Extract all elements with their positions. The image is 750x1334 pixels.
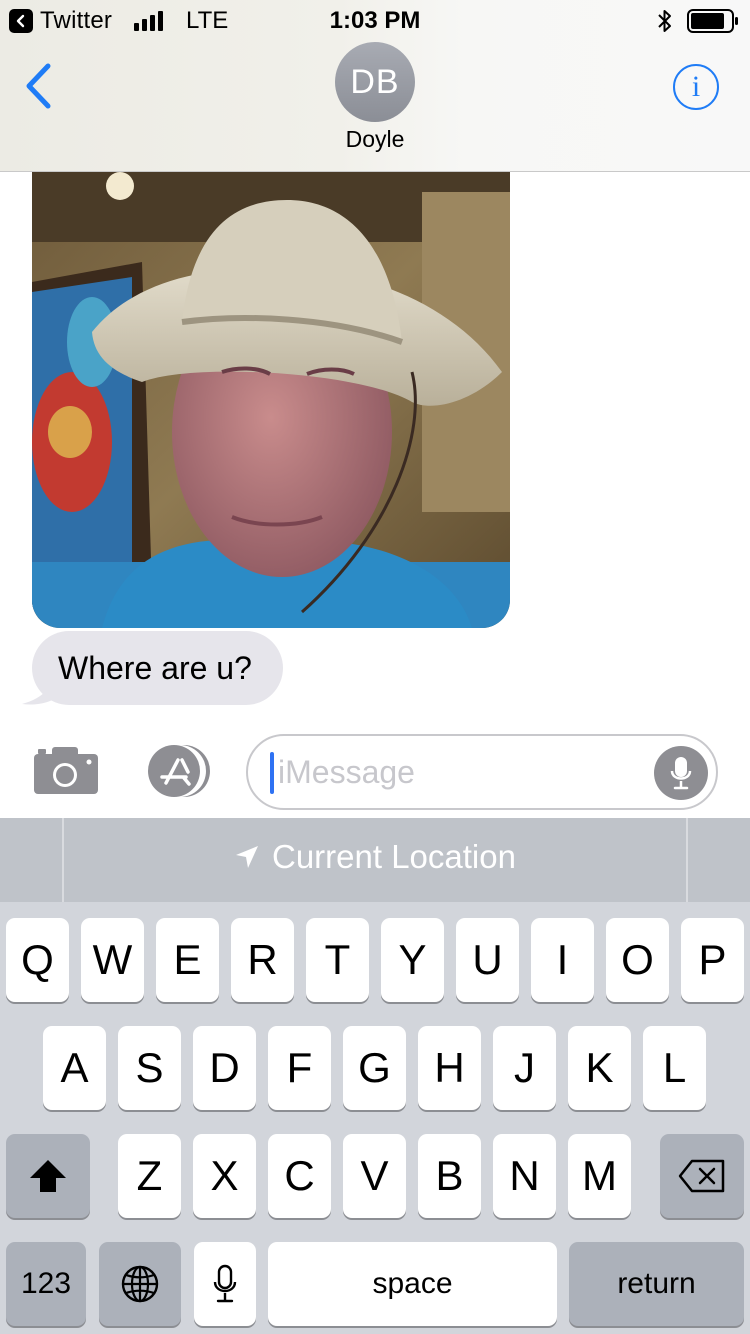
- location-arrow-icon: [236, 846, 258, 868]
- shift-key[interactable]: [6, 1134, 90, 1218]
- dictation-key[interactable]: [194, 1242, 256, 1326]
- battery-icon: [687, 9, 738, 33]
- microphone-icon: [670, 757, 692, 790]
- chevron-left-icon[interactable]: [22, 62, 56, 110]
- key-n[interactable]: N: [493, 1134, 556, 1218]
- key-e[interactable]: E: [156, 918, 219, 1002]
- message-text: Where are u?: [58, 649, 252, 686]
- navigation-header: Twitter LTE 1:03 PM DB Doyle i: [0, 0, 750, 172]
- keyboard: Current Location Q W E R T Y U I O P A S…: [0, 818, 750, 1334]
- key-s[interactable]: S: [118, 1026, 181, 1110]
- key-t[interactable]: T: [306, 918, 369, 1002]
- microphone-key-icon: [213, 1264, 237, 1303]
- space-key[interactable]: space: [268, 1242, 557, 1326]
- incoming-message-bubble[interactable]: Where are u?: [32, 631, 283, 705]
- bluetooth-icon: [658, 10, 671, 32]
- key-y[interactable]: Y: [381, 918, 444, 1002]
- dictation-button[interactable]: [654, 746, 708, 800]
- key-m[interactable]: M: [568, 1134, 631, 1218]
- key-v[interactable]: V: [343, 1134, 406, 1218]
- key-x[interactable]: X: [193, 1134, 256, 1218]
- suggestion-label: Current Location: [272, 838, 516, 875]
- status-time: 1:03 PM: [329, 7, 421, 34]
- key-d[interactable]: D: [193, 1026, 256, 1110]
- key-g[interactable]: G: [343, 1026, 406, 1110]
- key-b[interactable]: B: [418, 1134, 481, 1218]
- key-c[interactable]: C: [268, 1134, 331, 1218]
- globe-icon: [121, 1265, 159, 1303]
- suggestion-bar: Current Location: [0, 818, 750, 902]
- key-h[interactable]: H: [418, 1026, 481, 1110]
- text-caret: [270, 752, 274, 794]
- current-location-suggestion[interactable]: Current Location: [0, 838, 750, 876]
- photo-image: [32, 172, 510, 628]
- key-q[interactable]: Q: [6, 918, 69, 1002]
- return-key[interactable]: return: [569, 1242, 744, 1326]
- key-k[interactable]: K: [568, 1026, 631, 1110]
- key-l[interactable]: L: [643, 1026, 706, 1110]
- status-bar: Twitter LTE 1:03 PM: [0, 0, 750, 40]
- key-u[interactable]: U: [456, 918, 519, 1002]
- info-button[interactable]: i: [673, 64, 719, 110]
- key-a[interactable]: A: [43, 1026, 106, 1110]
- backspace-icon: [678, 1159, 725, 1193]
- key-w[interactable]: W: [81, 918, 144, 1002]
- key-i[interactable]: I: [531, 918, 594, 1002]
- photo-message[interactable]: [32, 172, 510, 628]
- key-o[interactable]: O: [606, 918, 669, 1002]
- delete-key[interactable]: [660, 1134, 744, 1218]
- numbers-key[interactable]: 123: [6, 1242, 86, 1326]
- shift-arrow-icon: [30, 1160, 66, 1192]
- key-f[interactable]: F: [268, 1026, 331, 1110]
- compose-placeholder: iMessage: [278, 754, 415, 790]
- key-z[interactable]: Z: [118, 1134, 181, 1218]
- globe-key[interactable]: [99, 1242, 181, 1326]
- app-store-icon[interactable]: [140, 744, 214, 798]
- key-r[interactable]: R: [231, 918, 294, 1002]
- key-j[interactable]: J: [493, 1026, 556, 1110]
- contact-name[interactable]: Doyle: [0, 126, 750, 153]
- camera-icon[interactable]: [32, 744, 100, 796]
- imessage-input[interactable]: iMessage: [246, 734, 718, 810]
- contact-avatar[interactable]: DB: [335, 42, 415, 122]
- key-p[interactable]: P: [681, 918, 744, 1002]
